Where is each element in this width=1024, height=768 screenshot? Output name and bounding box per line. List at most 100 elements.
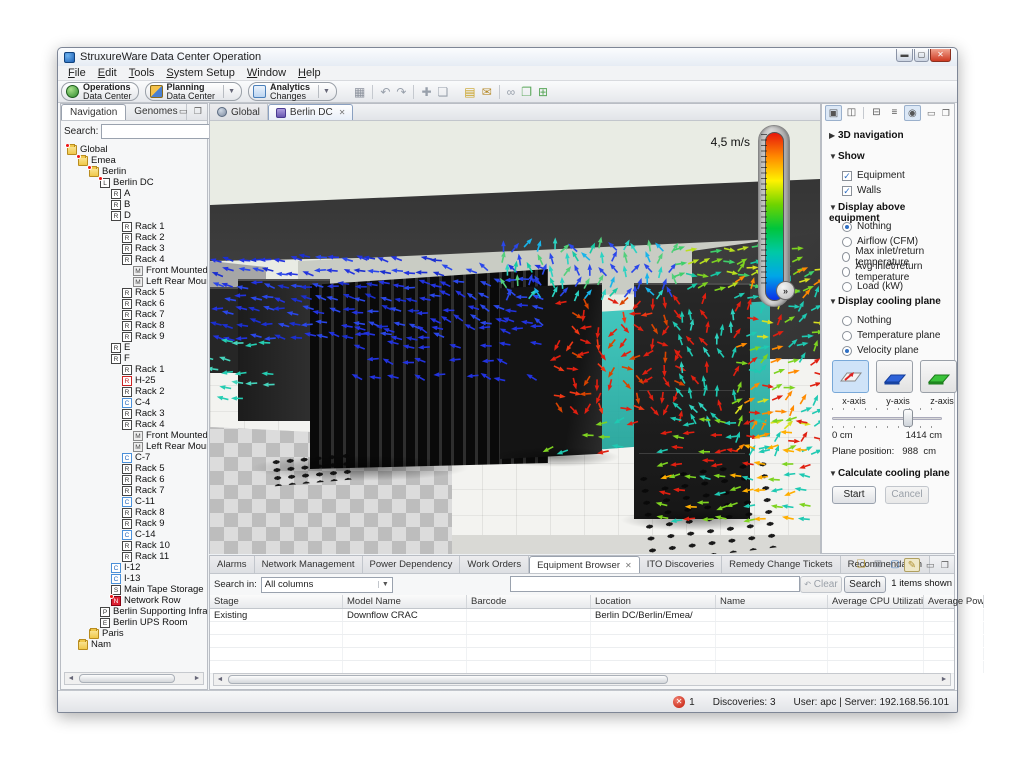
panel-minmax-icons[interactable]: ▭ ❐ xyxy=(179,106,204,117)
radio-avg-inlet-return-temperature[interactable]: Avg inlet/return temperature xyxy=(842,264,954,279)
tree-item-paris[interactable]: Paris xyxy=(61,628,207,639)
tree-item-rack-6[interactable]: RRack 6 xyxy=(61,298,207,309)
cancel-button[interactable]: Cancel xyxy=(885,486,929,504)
perspective-operations-button[interactable]: OperationsData Center xyxy=(61,82,139,101)
section-display-cooling-plane[interactable]: ▼Display cooling plane xyxy=(829,296,941,307)
tree-item-rack-9[interactable]: RRack 9 xyxy=(61,518,207,529)
chevron-down-icon[interactable]: ▼ xyxy=(318,85,330,98)
tab-equipment-browser[interactable]: Equipment Browser✕ xyxy=(529,556,640,573)
minimize-button[interactable]: ▬ xyxy=(896,49,913,62)
tree-item-main-tape-storage[interactable]: SMain Tape Storage xyxy=(61,584,207,595)
list-icon[interactable]: ≡ xyxy=(886,105,903,121)
x-axis-button[interactable] xyxy=(832,360,869,393)
tree-item-rack-7[interactable]: RRack 7 xyxy=(61,309,207,320)
tree-item-rack-11[interactable]: RRack 11 xyxy=(61,551,207,562)
columns-dropdown[interactable]: All columns▼ xyxy=(261,577,393,593)
tree-item-c-4[interactable]: CC-4 xyxy=(61,397,207,408)
tree-item-e[interactable]: RE xyxy=(61,342,207,353)
tab-power-dependency[interactable]: Power Dependency xyxy=(363,556,461,573)
paste-icon[interactable]: ❏ xyxy=(438,83,449,101)
scroll-left-icon[interactable]: ◄ xyxy=(65,675,77,682)
tab-genomes[interactable]: Genomes xyxy=(126,104,186,120)
section-show[interactable]: ▼Show xyxy=(829,151,865,162)
z-axis-button[interactable] xyxy=(920,360,957,393)
tree-item-rack-4[interactable]: RRack 4 xyxy=(61,419,207,430)
scroll-right-icon[interactable]: ► xyxy=(938,676,950,683)
close-button[interactable]: ✕ xyxy=(930,49,951,62)
tree-item-rack-10[interactable]: RRack 10 xyxy=(61,540,207,551)
tree-item-rack-3[interactable]: RRack 3 xyxy=(61,408,207,419)
search-button[interactable]: Search xyxy=(844,576,886,593)
tree-item-berlin-ups-room[interactable]: EBerlin UPS Room xyxy=(61,617,207,628)
table-horizontal-scrollbar[interactable]: ◄ ► xyxy=(213,673,951,686)
tree-item-rack-2[interactable]: RRack 2 xyxy=(61,232,207,243)
editor-tab-berlin-dc[interactable]: Berlin DC✕ xyxy=(268,104,354,120)
tab-network-management[interactable]: Network Management xyxy=(255,556,363,573)
radio-velocity-plane[interactable]: Velocity plane xyxy=(842,343,940,358)
start-button[interactable]: Start xyxy=(832,486,876,504)
tab-navigation[interactable]: Navigation xyxy=(61,104,126,120)
column-header-average-cpu-utilization-[interactable]: Average CPU Utilization ... xyxy=(828,595,924,608)
panel-minmax-icons[interactable]: ▭ ❐ xyxy=(926,560,951,571)
radio-nothing[interactable]: Nothing xyxy=(842,313,940,328)
tree-item-rack-3[interactable]: RRack 3 xyxy=(61,243,207,254)
tree-item-berlin[interactable]: Berlin xyxy=(61,166,207,177)
tree-item-berlin-supporting-infrastru[interactable]: PBerlin Supporting Infrastru xyxy=(61,606,207,617)
fit-view-icon[interactable]: ▣ xyxy=(825,105,842,121)
tree-item-front-mounted[interactable]: MFront Mounted xyxy=(61,265,207,276)
export-image-icon[interactable]: ▦ xyxy=(354,83,365,101)
maximize-button[interactable]: ▢ xyxy=(914,49,929,62)
scroll-left-icon[interactable]: ◄ xyxy=(214,676,226,683)
close-icon[interactable]: ✕ xyxy=(625,561,632,570)
tree-item-rack-6[interactable]: RRack 6 xyxy=(61,474,207,485)
tree-item-f[interactable]: RF xyxy=(61,353,207,364)
tree-item-i-12[interactable]: CI-12 xyxy=(61,562,207,573)
menu-window[interactable]: Window xyxy=(241,67,292,79)
column-header-barcode[interactable]: Barcode xyxy=(467,595,591,608)
tree-item-rack-7[interactable]: RRack 7 xyxy=(61,485,207,496)
tree-item-rack-2[interactable]: RRack 2 xyxy=(61,386,207,397)
tab-remedy-change-tickets[interactable]: Remedy Change Tickets xyxy=(722,556,841,573)
panel-minmax-icons[interactable]: ▭ ❐ xyxy=(927,108,952,119)
tree-item-rack-9[interactable]: RRack 9 xyxy=(61,331,207,342)
column-header-stage[interactable]: Stage xyxy=(210,595,343,608)
error-icon[interactable]: ✕ xyxy=(673,696,685,708)
mail-icon[interactable]: ✉ xyxy=(482,83,492,101)
monitor-icon[interactable]: ▢ xyxy=(887,558,903,572)
tree-item-rack-1[interactable]: RRack 1 xyxy=(61,364,207,375)
menu-file[interactable]: File xyxy=(62,67,92,79)
title-bar[interactable]: StruxureWare Data Center Operation ▬ ▢ ✕ xyxy=(58,48,957,66)
tree-item-global[interactable]: Global xyxy=(61,144,207,155)
column-header-average-pow[interactable]: Average Pow xyxy=(924,595,984,608)
table-row-empty[interactable] xyxy=(210,622,954,635)
tab-ito-discoveries[interactable]: ITO Discoveries xyxy=(640,556,722,573)
undo-icon[interactable]: ↶ xyxy=(380,83,390,101)
tree-item-left-rear-moun[interactable]: MLeft Rear Moun xyxy=(61,441,207,452)
equipment-search-input[interactable] xyxy=(510,576,800,592)
tree-item-i-13[interactable]: CI-13 xyxy=(61,573,207,584)
screenshot-icon[interactable]: ▤ xyxy=(464,83,475,101)
plane-position-slider[interactable] xyxy=(832,408,942,428)
menu-tools[interactable]: Tools xyxy=(123,67,161,79)
clear-search-button[interactable]: ↶ Clear xyxy=(800,576,842,593)
tree-item-nam[interactable]: Nam xyxy=(61,639,207,650)
checkbox-walls[interactable]: ✓Walls xyxy=(842,183,905,198)
tree-item-rack-5[interactable]: RRack 5 xyxy=(61,463,207,474)
tab-work-orders[interactable]: Work Orders xyxy=(460,556,529,573)
pin-icon[interactable]: ✚ xyxy=(421,83,431,101)
add-table-icon[interactable]: ⊞ xyxy=(870,558,886,572)
tree-item-front-mounted[interactable]: MFront Mounted xyxy=(61,430,207,441)
3d-room-view[interactable]: 4,5 m/s » xyxy=(210,121,820,554)
tree-item-rack-8[interactable]: RRack 8 xyxy=(61,507,207,518)
tab-alarms[interactable]: Alarms xyxy=(210,556,255,573)
tree-item-rack-1[interactable]: RRack 1 xyxy=(61,221,207,232)
perspective-analytics-button[interactable]: AnalyticsChanges▼ xyxy=(248,82,337,101)
slider-handle[interactable] xyxy=(903,409,913,427)
tree-item-c-11[interactable]: CC-11 xyxy=(61,496,207,507)
tree-item-network-row[interactable]: NNetwork Row xyxy=(61,595,207,606)
pencil-icon[interactable]: ✎ xyxy=(904,558,920,572)
editor-tab-global[interactable]: Global xyxy=(210,104,268,120)
tree-horizontal-scrollbar[interactable]: ◄ ► xyxy=(64,672,204,685)
tree-item-rack-8[interactable]: RRack 8 xyxy=(61,320,207,331)
redo-icon[interactable]: ↷ xyxy=(396,83,406,101)
